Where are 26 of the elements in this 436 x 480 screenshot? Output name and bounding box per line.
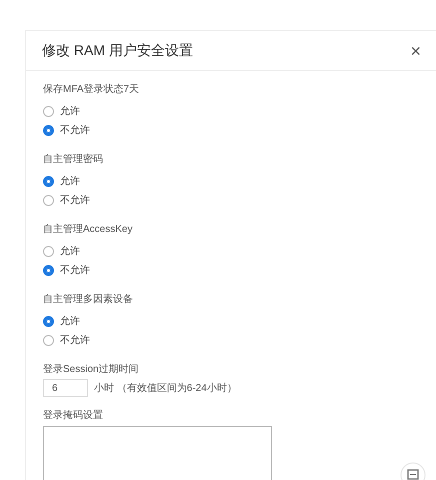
field-label: 自主管理密码 (43, 153, 103, 167)
radio-button[interactable] (43, 246, 54, 257)
dialog-title: 修改 RAM 用户安全设置 (42, 41, 193, 60)
hours-hint: 小时 （有效值区间为6-24小时） (94, 382, 237, 396)
close-button[interactable]: × (410, 42, 421, 60)
field-label: 保存MFA登录状态7天 (43, 83, 140, 97)
radio-option[interactable]: 允许 (43, 242, 80, 261)
field-label: 登录掩码设置 (43, 409, 104, 423)
radio-option[interactable]: 不允许 (43, 121, 90, 140)
field-label: 自主管理多因素设备 (43, 293, 133, 307)
radio-option[interactable]: 不允许 (43, 331, 90, 350)
field-label: 登录Session过期时间 (43, 363, 139, 377)
radio-option[interactable]: 允许 (43, 102, 80, 121)
radio-button[interactable] (43, 195, 54, 206)
hours-input[interactable]: 6 (43, 379, 88, 397)
radio-button[interactable] (43, 106, 54, 117)
radio-button[interactable] (43, 335, 54, 346)
radio-button[interactable] (43, 125, 54, 136)
radio-option[interactable]: 不允许 (43, 261, 90, 280)
field-label: 自主管理AccessKey (43, 223, 132, 237)
radio-button[interactable] (43, 316, 54, 327)
radio-button[interactable] (43, 265, 54, 276)
radio-option[interactable]: 允许 (43, 312, 80, 331)
radio-option[interactable]: 允许 (43, 172, 80, 191)
radio-button[interactable] (43, 176, 54, 187)
radio-option[interactable]: 不允许 (43, 191, 90, 210)
